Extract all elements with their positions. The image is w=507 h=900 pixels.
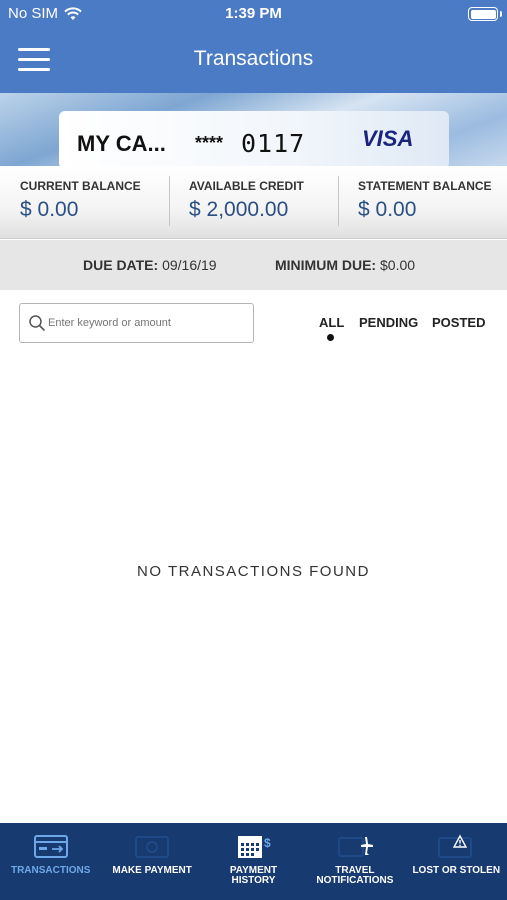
battery-level [470,9,496,19]
tab-transactions-label: TRANSACTIONS [10,865,91,876]
available-credit-label: AVAILABLE CREDIT [189,179,304,193]
filter-pending[interactable]: PENDING [359,315,418,330]
tab-lost-or-stolen[interactable]: LOST OR STOLEN [406,823,507,900]
bottom-tab-bar: TRANSACTIONS MAKE PAYMENT $ PAYMENT HIST… [0,823,507,900]
statement-balance: STATEMENT BALANCE $ 0.00 [338,166,507,238]
tab-transactions[interactable]: TRANSACTIONS [0,823,101,900]
available-credit-value: $ 2,000.00 [189,198,289,221]
make-payment-icon [135,836,170,858]
tab-lost-or-stolen-label: LOST OR STOLEN [412,865,501,876]
available-credit: AVAILABLE CREDIT $ 2,000.00 [169,166,338,238]
credit-card[interactable]: MY CA... **** 0117 VISA [59,111,449,166]
empty-state-message: NO TRANSACTIONS FOUND [137,563,370,580]
filter-posted[interactable]: POSTED [432,315,485,330]
card-banner: MY CA... **** 0117 VISA [0,93,507,166]
lost-stolen-warning-icon [438,834,473,858]
tab-travel-notifications[interactable]: TRAVEL NOTIFICATIONS [304,823,405,900]
statement-balance-value: $ 0.00 [358,198,417,221]
search-input[interactable] [48,312,248,334]
filter-all[interactable]: ALL [319,315,344,330]
filter-selected-indicator [327,334,334,341]
status-bar: No SIM 1:39 PM [0,0,507,28]
current-balance-value: $ 0.00 [20,198,79,221]
card-last4: 0117 [241,129,306,158]
due-info-bar: DUE DATE: 09/16/19 MINIMUM DUE: $0.00 [0,240,507,290]
minimum-due-label: MINIMUM DUE: [275,257,377,273]
statement-balance-label: STATEMENT BALANCE [358,179,492,193]
payment-history-calendar-icon: $ [238,836,271,858]
search-box[interactable] [19,303,254,343]
due-date-label: DUE DATE: [83,257,159,273]
due-date-value: 09/16/19 [162,257,217,273]
travel-airplane-icon [337,837,373,857]
minimum-due: MINIMUM DUE: $0.00 [275,257,415,273]
tab-travel-notifications-label: TRAVEL NOTIFICATIONS [316,865,394,886]
app-header: No SIM 1:39 PM Transactions [0,0,507,93]
card-masked-digits: **** [195,133,224,153]
tab-make-payment[interactable]: MAKE PAYMENT [101,823,202,900]
battery-icon [468,7,498,21]
due-date: DUE DATE: 09/16/19 [83,257,217,273]
current-balance: CURRENT BALANCE $ 0.00 [0,166,169,238]
current-balance-label: CURRENT BALANCE [20,179,141,193]
page-title: Transactions [193,47,314,70]
tab-make-payment-label: MAKE PAYMENT [112,865,192,876]
minimum-due-value: $0.00 [380,257,416,273]
transactions-card-icon [33,835,68,858]
tab-payment-history[interactable]: $ PAYMENT HISTORY [203,823,304,900]
balance-summary: CURRENT BALANCE $ 0.00 AVAILABLE CREDIT … [0,166,507,239]
search-icon [29,315,45,331]
status-time: 1:39 PM [225,5,282,22]
visa-logo: VISA [362,126,414,151]
tab-payment-history-label: PAYMENT HISTORY [229,865,278,886]
card-name: MY CA... [77,131,166,156]
svg-text:$: $ [264,836,271,850]
